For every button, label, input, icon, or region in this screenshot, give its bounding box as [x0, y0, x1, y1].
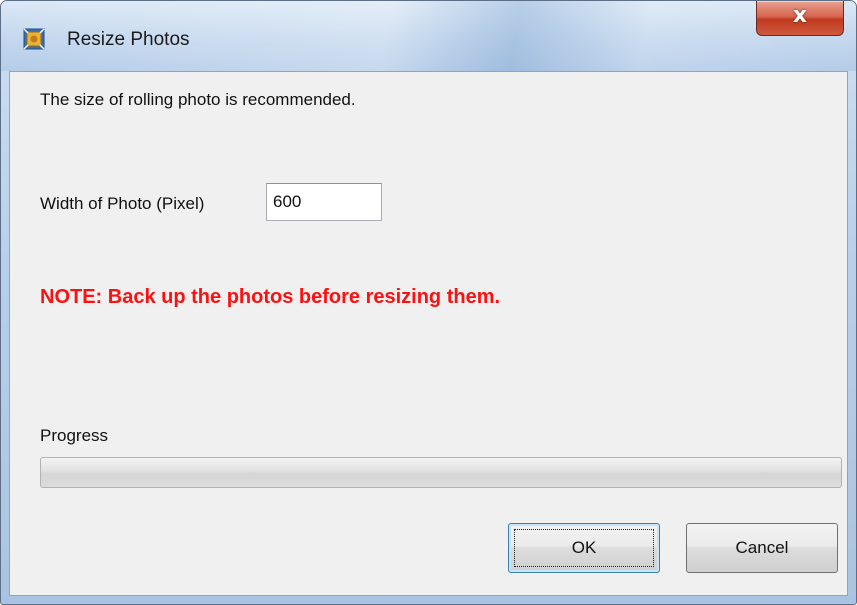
resize-photos-app-icon	[23, 28, 45, 50]
title-bar[interactable]: Resize Photos x	[1, 1, 856, 71]
window-title: Resize Photos	[67, 29, 190, 50]
progress-bar	[40, 457, 842, 488]
ok-button[interactable]: OK	[508, 523, 660, 573]
close-button[interactable]: x	[756, 1, 844, 36]
dialog-body: The size of rolling photo is recommended…	[9, 71, 848, 596]
recommendation-message: The size of rolling photo is recommended…	[40, 90, 356, 109]
close-icon: x	[792, 3, 808, 28]
ok-button-label: OK	[571, 538, 597, 557]
cancel-button[interactable]: Cancel	[686, 523, 838, 573]
width-input[interactable]	[266, 183, 382, 221]
backup-note: NOTE: Back up the photos before resizing…	[40, 286, 501, 308]
width-label: Width of Photo (Pixel)	[40, 194, 205, 213]
progress-label: Progress	[40, 426, 109, 445]
resize-photos-dialog: Resize Photos x The size of rolling phot…	[0, 0, 857, 605]
